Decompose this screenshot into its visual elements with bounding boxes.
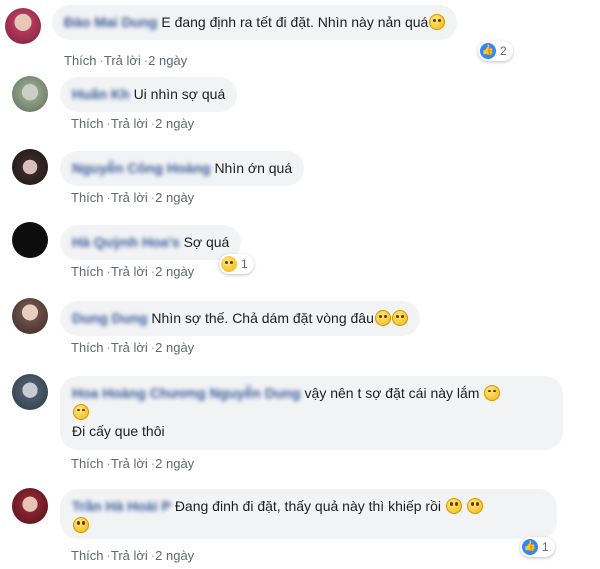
reply-link[interactable]: Trả lời — [104, 53, 141, 68]
comment-author[interactable]: Huấn Kh — [72, 85, 130, 104]
reaction-count: 1 — [542, 540, 549, 554]
comment-bubble: Đào Mai Dung E đang định ra tết đi đặt. N… — [52, 5, 458, 40]
reaction-badge[interactable]: 1 — [219, 254, 254, 274]
comment-bubble: Hà Quỳnh Hoa's Sợ quá — [60, 225, 242, 260]
comment-text: vậy nên t sợ đặt cái này lắm — [304, 385, 480, 401]
reply-link[interactable]: Trả lời — [111, 548, 148, 563]
comment-actions: Thích ·Trả lời ·2 ngày — [71, 116, 195, 131]
reaction-badge[interactable]: 👍 1 — [520, 537, 555, 557]
reply-link[interactable]: Trả lời — [111, 340, 148, 355]
avatar[interactable] — [12, 374, 48, 410]
comment-text: Ui nhìn sợ quá — [133, 86, 226, 102]
comment-timestamp[interactable]: 2 ngày — [155, 190, 194, 205]
laughing-emoji-icon — [73, 404, 89, 420]
grimacing-emoji-icon — [466, 498, 483, 514]
eye-roll-emoji-icon — [374, 310, 391, 326]
avatar[interactable] — [12, 149, 48, 185]
comment-text-line: Đi cấy que thôi — [72, 423, 165, 439]
reply-link[interactable]: Trả lời — [111, 190, 148, 205]
laughing-emoji-icon — [484, 385, 501, 401]
comment-author[interactable]: Hoa Hoàng Chương Nguyễn Dung — [72, 384, 301, 403]
avatar[interactable] — [5, 8, 41, 44]
comment-text: Nhìn ớn quá — [214, 160, 293, 176]
comment-bubble: Hoa Hoàng Chương Nguyễn Dung vậy nên t sợ… — [60, 376, 563, 450]
sad-face-emoji-icon — [429, 14, 446, 30]
avatar[interactable] — [12, 488, 48, 524]
eye-roll-emoji-icon — [391, 310, 408, 326]
comment-text: Nhìn sợ thế. Chả dám đặt vòng đâu — [151, 310, 374, 326]
comment-timestamp[interactable]: 2 ngày — [155, 548, 194, 563]
comment-timestamp[interactable]: 2 ngày — [155, 264, 194, 279]
comment-text: Đang đinh đi đặt, thấy quả này thì khiếp… — [174, 498, 441, 514]
like-link[interactable]: Thích — [71, 548, 104, 563]
sad-reaction-icon — [221, 256, 237, 272]
comment-author[interactable]: Đào Mai Dung — [64, 13, 157, 32]
comment-actions: Thích ·Trả lời ·2 ngày — [71, 340, 195, 355]
comment-actions: Thích ·Trả lời ·2 ngày — [71, 548, 195, 563]
comment-actions: Thích ·Trả lời ·2 ngày — [64, 53, 188, 68]
comment-bubble: Nguyễn Công Hoàng Nhìn ớn quá — [60, 151, 305, 186]
grimacing-emoji-icon — [445, 498, 462, 514]
comment-timestamp[interactable]: 2 ngày — [155, 456, 194, 471]
reply-link[interactable]: Trả lời — [111, 264, 148, 279]
reply-link[interactable]: Trả lời — [111, 456, 148, 471]
comment-timestamp[interactable]: 2 ngày — [155, 340, 194, 355]
like-link[interactable]: Thích — [71, 264, 104, 279]
grimacing-emoji-icon — [73, 517, 89, 533]
like-link[interactable]: Thích — [64, 53, 97, 68]
comment-author[interactable]: Nguyễn Công Hoàng — [72, 159, 210, 178]
comment-bubble: Dung Dung Nhìn sợ thế. Chả dám đặt vòng đ… — [60, 301, 420, 336]
avatar[interactable] — [12, 76, 48, 112]
avatar[interactable] — [12, 222, 48, 258]
reaction-count: 2 — [500, 44, 507, 58]
reaction-badge[interactable]: 👍 2 — [478, 41, 513, 61]
like-link[interactable]: Thích — [71, 340, 104, 355]
comment-text: Sợ quá — [183, 234, 230, 250]
comment-timestamp[interactable]: 2 ngày — [148, 53, 187, 68]
like-reaction-icon: 👍 — [522, 539, 538, 555]
comment-text: E đang định ra tết đi đặt. Nhìn này nản … — [161, 14, 429, 30]
comment-author[interactable]: Dung Dung — [72, 309, 147, 328]
reaction-count: 1 — [241, 257, 248, 271]
avatar[interactable] — [12, 298, 48, 334]
comment-bubble: Huấn Kh Ui nhìn sợ quá — [60, 77, 238, 112]
like-link[interactable]: Thích — [71, 116, 104, 131]
comment-timestamp[interactable]: 2 ngày — [155, 116, 194, 131]
comment-actions: Thích ·Trả lời ·2 ngày — [71, 190, 195, 205]
comment-actions: Thích ·Trả lời ·2 ngày — [71, 264, 195, 279]
comment-bubble: Trần Hà Hoài P Đang đinh đi đặt, thấy quả… — [60, 489, 557, 539]
like-link[interactable]: Thích — [71, 190, 104, 205]
like-reaction-icon: 👍 — [480, 43, 496, 59]
reply-link[interactable]: Trả lời — [111, 116, 148, 131]
comment-actions: Thích ·Trả lời ·2 ngày — [71, 456, 195, 471]
comment-author[interactable]: Trần Hà Hoài P — [72, 497, 171, 516]
like-link[interactable]: Thích — [71, 456, 104, 471]
comment-author[interactable]: Hà Quỳnh Hoa's — [72, 233, 180, 252]
